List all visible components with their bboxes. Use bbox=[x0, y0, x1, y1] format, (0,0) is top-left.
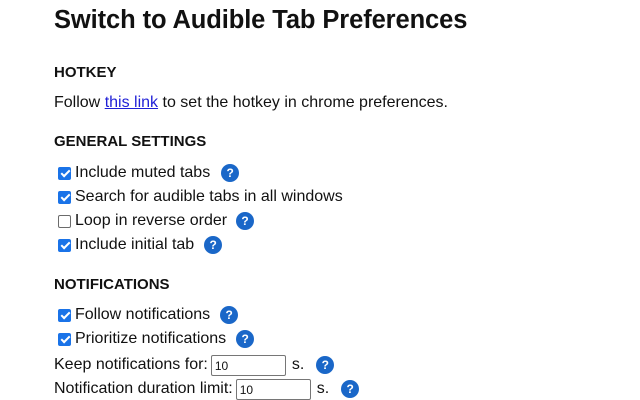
include-initial-tab-option: Include initial tab ? bbox=[54, 234, 223, 256]
general-settings-heading: GENERAL SETTINGS bbox=[54, 133, 207, 150]
search-all-windows-checkbox[interactable] bbox=[58, 190, 71, 204]
hotkey-heading: HOTKEY bbox=[54, 64, 117, 81]
follow-notifications-checkbox[interactable] bbox=[58, 308, 71, 322]
question-mark-icon[interactable]: ? bbox=[236, 330, 255, 348]
search-all-windows-label[interactable]: Search for audible tabs in all windows bbox=[75, 188, 343, 206]
follow-notifications-label[interactable]: Follow notifications bbox=[75, 306, 210, 324]
notification-duration-input[interactable] bbox=[235, 378, 311, 400]
loop-reverse-order-checkbox[interactable] bbox=[58, 214, 71, 228]
keep-notifications-row: Keep notifications for: s. ? bbox=[54, 354, 335, 376]
keep-notifications-unit: s. bbox=[291, 356, 305, 373]
hotkey-settings-link[interactable]: this link bbox=[105, 94, 158, 112]
question-mark-icon[interactable]: ? bbox=[220, 306, 239, 324]
hotkey-text-before: Follow bbox=[54, 94, 101, 111]
hotkey-instructions: Follow this link to set the hotkey in ch… bbox=[54, 92, 448, 114]
include-initial-tab-checkbox[interactable] bbox=[58, 238, 71, 252]
notification-duration-unit: s. bbox=[316, 380, 330, 397]
question-mark-icon[interactable]: ? bbox=[221, 164, 240, 182]
loop-reverse-order-option: Loop in reverse order ? bbox=[54, 210, 255, 232]
question-mark-icon[interactable]: ? bbox=[204, 236, 223, 254]
question-mark-icon[interactable]: ? bbox=[316, 356, 335, 374]
loop-reverse-order-label[interactable]: Loop in reverse order bbox=[75, 212, 227, 230]
notification-duration-label: Notification duration limit: bbox=[54, 380, 233, 397]
hotkey-text-after: to set the hotkey in chrome preferences. bbox=[162, 94, 448, 111]
keep-notifications-input[interactable] bbox=[210, 354, 286, 376]
question-mark-icon[interactable]: ? bbox=[236, 212, 255, 230]
follow-notifications-option: Follow notifications ? bbox=[54, 304, 239, 326]
keep-notifications-label: Keep notifications for: bbox=[54, 356, 208, 373]
search-all-windows-option: Search for audible tabs in all windows bbox=[54, 186, 343, 208]
include-muted-tabs-label[interactable]: Include muted tabs bbox=[75, 164, 210, 182]
prioritize-notifications-checkbox[interactable] bbox=[58, 332, 71, 346]
include-muted-tabs-checkbox[interactable] bbox=[58, 166, 71, 180]
include-initial-tab-label[interactable]: Include initial tab bbox=[75, 236, 194, 254]
page-title: Switch to Audible Tab Preferences bbox=[54, 6, 468, 34]
prioritize-notifications-label[interactable]: Prioritize notifications bbox=[75, 330, 226, 348]
notifications-heading: NOTIFICATIONS bbox=[54, 276, 170, 293]
notification-duration-row: Notification duration limit: s. ? bbox=[54, 378, 360, 400]
prioritize-notifications-option: Prioritize notifications ? bbox=[54, 328, 255, 350]
question-mark-icon[interactable]: ? bbox=[341, 380, 360, 398]
include-muted-tabs-option: Include muted tabs ? bbox=[54, 162, 240, 184]
